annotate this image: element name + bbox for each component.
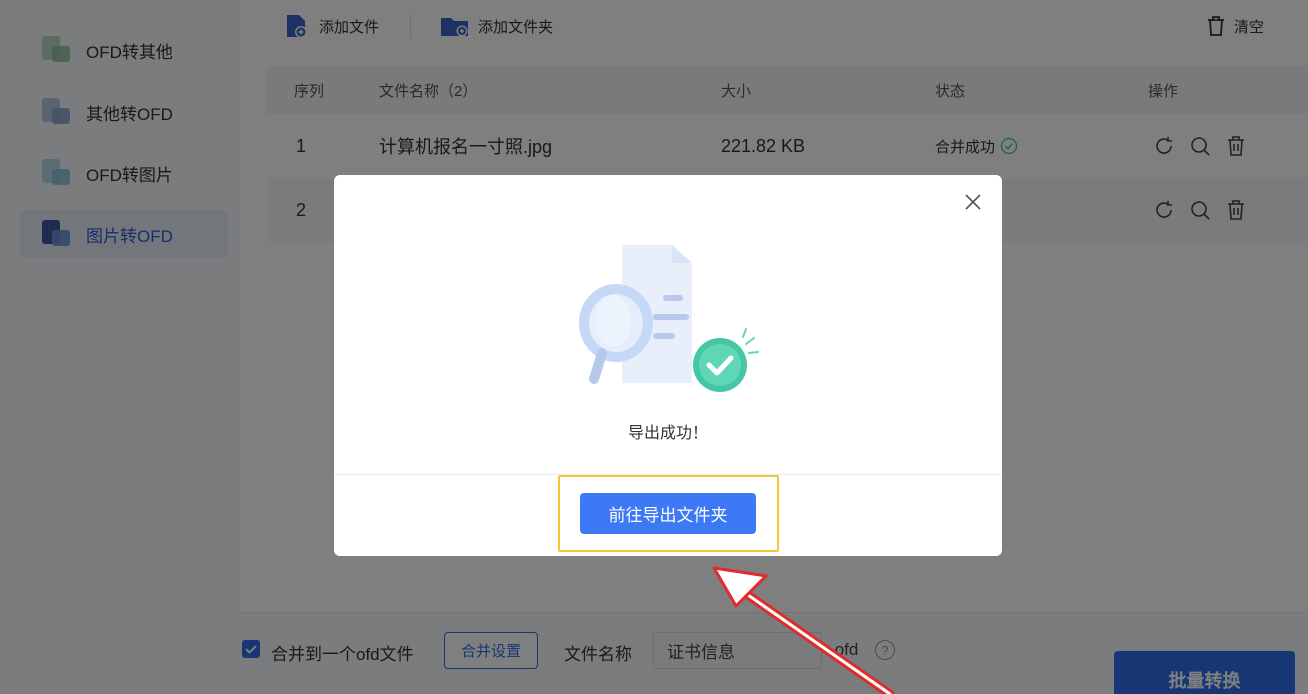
close-icon[interactable]: [962, 191, 984, 213]
success-message: 导出成功！: [627, 425, 708, 442]
go-to-export-folder-button[interactable]: 前往导出文件夹: [580, 493, 756, 534]
red-arrow-annotation: [712, 566, 895, 694]
success-illustration-icon: [579, 245, 759, 392]
export-success-dialog: 导出成功！ 前往导出文件夹: [334, 175, 1002, 556]
